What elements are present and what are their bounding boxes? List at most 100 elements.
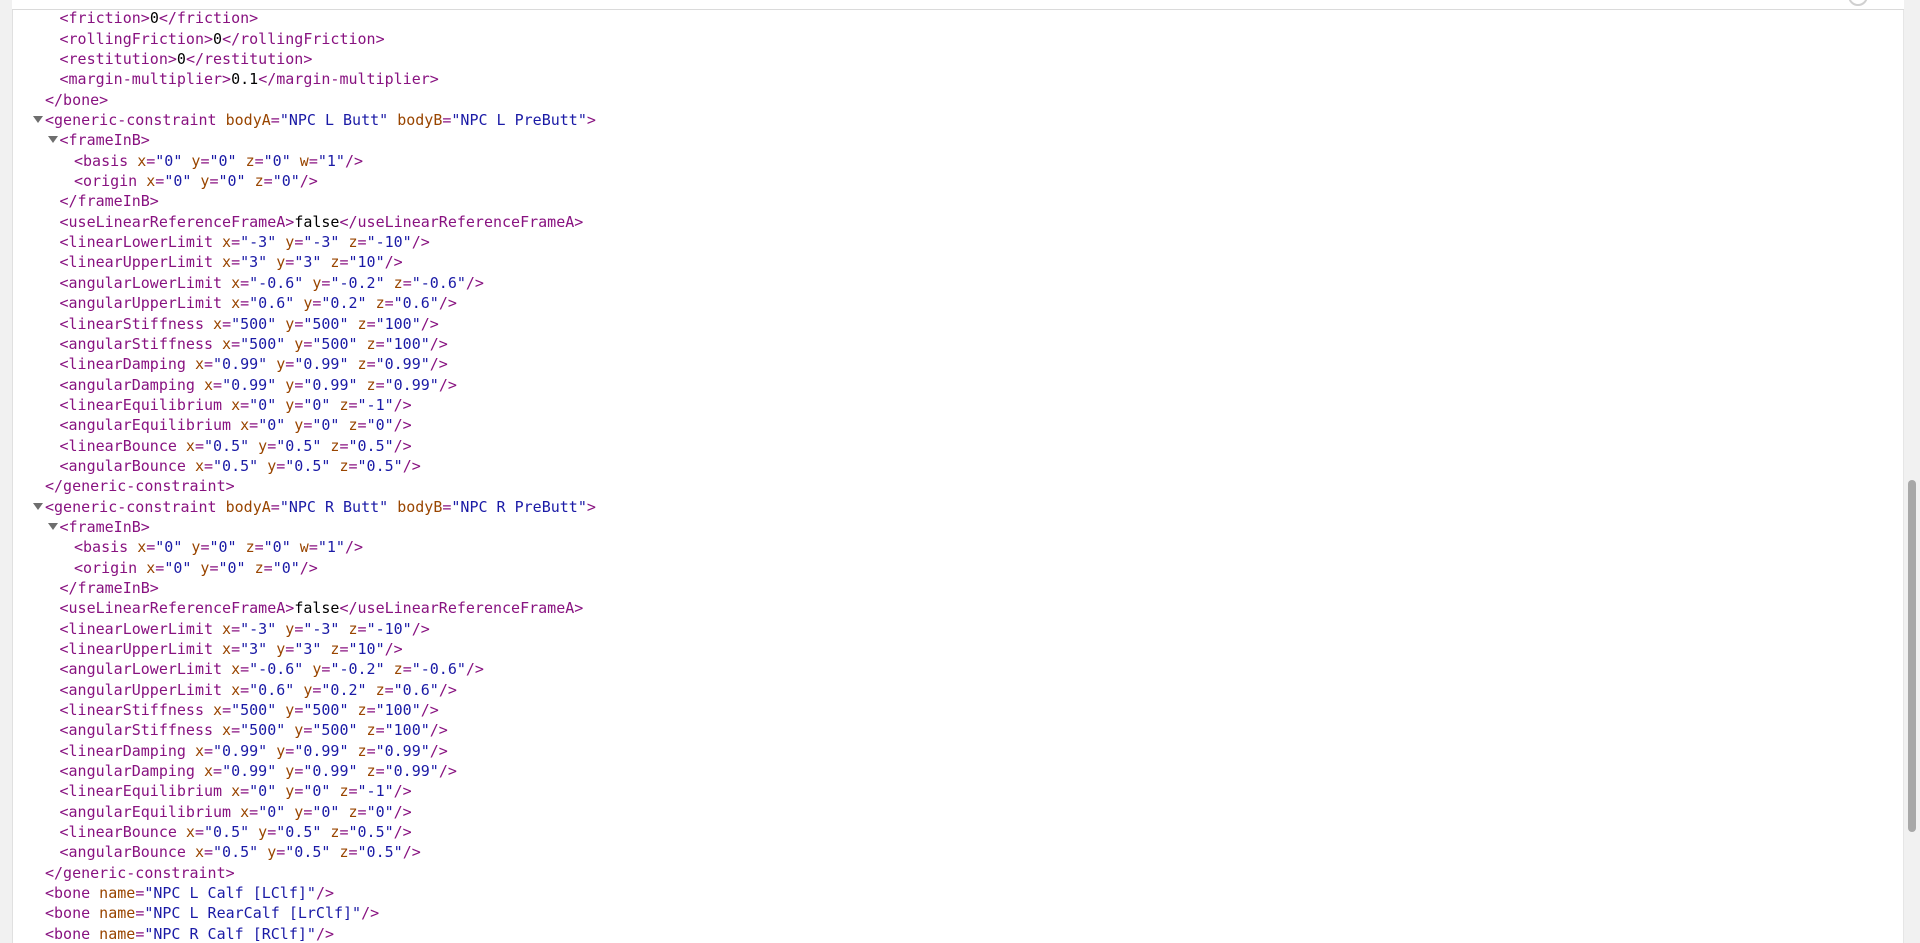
xml-attribute-value: "0.5"	[285, 843, 331, 862]
xml-line: <linearDamping x="0.99" y="0.99" z="0.99…	[12, 354, 1904, 374]
xml-attribute-value: "3"	[294, 253, 322, 272]
xml-tag: =	[402, 660, 412, 679]
xml-attribute-name: bodyB	[388, 497, 443, 516]
xml-attribute-name: y	[285, 334, 304, 353]
xml-tag: =	[308, 538, 318, 557]
xml-tag: <linearEquilibrium	[59, 395, 223, 414]
xml-attribute-value: "3"	[294, 640, 322, 658]
xml-attribute-name: y	[276, 782, 295, 801]
xml-tag: />	[393, 802, 412, 821]
xml-tag: =	[308, 151, 318, 170]
xml-tag: =	[375, 721, 385, 740]
expand-toggle-icon[interactable]	[47, 522, 58, 530]
xml-line: <restitution>0</restitution>	[12, 49, 1904, 69]
xml-tag: =	[339, 823, 349, 842]
expand-toggle-icon[interactable]	[33, 116, 43, 124]
xml-line: <angularStiffness x="500" y="500" z="100…	[12, 720, 1904, 740]
xml-attribute-value: "0"	[155, 538, 183, 557]
xml-tag: =	[240, 782, 250, 801]
xml-line: <angularLowerLimit x="-0.6" y="-0.2" z="…	[12, 659, 1904, 679]
xml-attribute-value: "500"	[312, 334, 358, 353]
xml-tag: />	[411, 619, 430, 638]
xml-attribute-name: z	[321, 823, 340, 842]
xml-attribute-name: name	[90, 884, 136, 903]
xml-tag: <linearStiffness	[59, 701, 205, 720]
xml-attribute-name: y	[258, 456, 277, 475]
xml-attribute-value: "0"	[258, 802, 286, 821]
xml-tag: =	[294, 619, 304, 638]
xml-attribute-name: z	[330, 843, 349, 862]
xml-tag: =	[204, 843, 214, 862]
xml-tag: />	[402, 456, 421, 475]
xml-line: <bone name="NPC L Calf [LClf]"/>	[12, 883, 1904, 903]
xml-attribute-value: "0.99"	[303, 375, 358, 394]
xml-attribute-name: x	[137, 558, 156, 577]
xml-tag: =	[384, 294, 394, 313]
xml-attribute-value: "-0.6"	[411, 660, 466, 679]
xml-attribute-name: x	[213, 253, 232, 272]
xml-line: <angularEquilibrium x="0" y="0" z="0"/>	[12, 802, 1904, 822]
xml-attribute-name: z	[384, 660, 403, 679]
xml-attribute-value: "0.5"	[204, 823, 250, 842]
xml-tag: />	[393, 395, 412, 414]
xml-attribute-value: "0.99"	[222, 762, 277, 781]
xml-tag: =	[231, 253, 241, 272]
xml-tag: <linearDamping	[59, 741, 186, 760]
xml-tag: <friction>	[59, 9, 150, 28]
xml-attribute-name: y	[267, 253, 286, 272]
xml-attribute-value: "500"	[231, 701, 277, 720]
xml-attribute-name: x	[185, 355, 204, 374]
xml-attribute-name: z	[245, 172, 264, 191]
xml-tag: />	[344, 538, 363, 557]
xml-attribute-name: z	[330, 395, 349, 414]
expand-toggle-icon[interactable]	[33, 502, 43, 510]
xml-attribute-value: "-10"	[366, 619, 412, 638]
xml-attribute-name: z	[348, 314, 367, 333]
xml-attribute-value: "10"	[348, 640, 385, 658]
xml-tag: </rollingFriction>	[222, 29, 385, 48]
xml-tag: =	[294, 375, 304, 394]
xml-tag: <basis	[74, 538, 129, 557]
xml-tag: =	[249, 416, 259, 435]
xml-attribute-value: "0"	[249, 395, 277, 414]
xml-attribute-name: x	[213, 619, 232, 638]
xml-tag: =	[375, 762, 385, 781]
xml-tag: =	[209, 558, 219, 577]
xml-tag: =	[240, 294, 250, 313]
vertical-scrollbar[interactable]	[1903, 0, 1920, 943]
xml-attribute-name: y	[276, 233, 295, 252]
xml-tag: =	[339, 436, 349, 455]
xml-attribute-name: x	[213, 233, 232, 252]
expand-toggle-icon[interactable]	[47, 136, 58, 144]
xml-attribute-value: "3"	[240, 640, 268, 658]
xml-attribute-value: "500"	[231, 314, 277, 333]
xml-attribute-value: "0.5"	[285, 456, 331, 475]
xml-tag: />	[438, 294, 457, 313]
xml-attribute-value: "500"	[240, 334, 286, 353]
xml-text: false	[294, 212, 340, 231]
xml-tag: =	[231, 640, 241, 658]
xml-attribute-name: z	[348, 701, 367, 720]
xml-tag: =	[240, 660, 250, 679]
xml-tag: =	[240, 395, 250, 414]
xml-tag: =	[231, 334, 241, 353]
xml-tag: =	[270, 497, 280, 516]
xml-tag: =	[339, 253, 349, 272]
xml-attribute-value: "0.99"	[213, 355, 268, 374]
xml-attribute-name: x	[222, 273, 241, 292]
xml-attribute-name: x	[185, 456, 204, 475]
xml-tag: =	[204, 741, 214, 760]
xml-tag: =	[240, 680, 250, 699]
xml-line: <angularBounce x="0.5" y="0.5" z="0.5"/>	[12, 456, 1904, 476]
xml-attribute-name: x	[204, 701, 223, 720]
xml-tag: =	[194, 823, 204, 842]
xml-line: <frameInB>	[12, 130, 1904, 150]
xml-tag: />	[438, 375, 457, 394]
xml-attribute-name: z	[348, 741, 367, 760]
xml-tag: =	[204, 355, 214, 374]
xml-attribute-name: x	[176, 436, 195, 455]
scrollbar-thumb[interactable]	[1908, 480, 1916, 832]
xml-tag: <angularEquilibrium	[59, 802, 232, 821]
xml-attribute-value: "0.2"	[321, 680, 367, 699]
xml-attribute-name: z	[330, 456, 349, 475]
